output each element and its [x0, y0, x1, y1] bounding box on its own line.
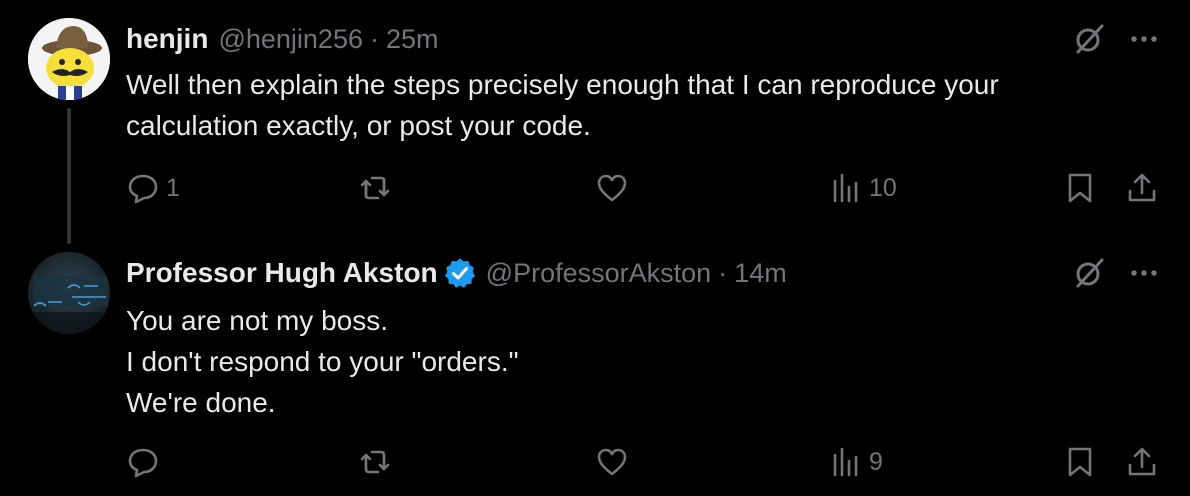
bookmark-button[interactable]: [1063, 440, 1097, 484]
more-dots-icon[interactable]: [1128, 23, 1160, 55]
views-button[interactable]: 9: [829, 440, 883, 484]
bookmark-icon: [1068, 447, 1092, 477]
like-button[interactable]: [595, 440, 635, 484]
grok-slash-icon[interactable]: [1072, 22, 1106, 56]
tweet-professor-akston[interactable]: Professor Hugh Akston @ProfessorAkston ·…: [0, 240, 1190, 496]
tweet-action-bar: 1 10: [0, 166, 1190, 210]
tweet-action-bar: 9: [0, 440, 1190, 484]
timestamp[interactable]: 14m: [734, 258, 787, 289]
views-bar-chart-icon: [833, 173, 858, 203]
views-count: 10: [869, 173, 897, 202]
bookmark-button[interactable]: [1063, 166, 1097, 210]
tweet-top-actions: [1072, 255, 1160, 291]
like-button[interactable]: [595, 166, 635, 210]
share-upload-icon: [1128, 173, 1156, 202]
share-upload-icon: [1128, 447, 1156, 476]
reply-icon: [128, 174, 158, 204]
share-button[interactable]: [1125, 440, 1159, 484]
timestamp[interactable]: 25m: [386, 24, 439, 55]
tweet-text-line: I don't respond to your "orders.": [126, 346, 519, 377]
retweet-icon: [360, 450, 390, 474]
user-handle[interactable]: @henjin256: [218, 24, 363, 55]
tweet-text-line: You are not my boss.: [126, 305, 389, 336]
display-name[interactable]: Professor Hugh Akston: [126, 257, 438, 289]
user-handle[interactable]: @ProfessorAkston: [486, 258, 712, 289]
reply-button[interactable]: [126, 440, 166, 484]
cartoon-character-avatar-icon: [28, 18, 110, 100]
views-bar-chart-icon: [833, 447, 858, 477]
reply-count: 1: [166, 173, 180, 202]
avatar[interactable]: [28, 252, 110, 334]
verified-badge-icon[interactable]: [444, 257, 476, 289]
reply-button[interactable]: 1: [126, 166, 180, 210]
tweet-header: henjin @henjin256 · 25m: [126, 21, 439, 57]
bayes-formula-avatar-icon: [28, 252, 110, 334]
more-dots-icon[interactable]: [1128, 257, 1160, 289]
tweet-top-actions: [1072, 21, 1160, 57]
tweet-text-line: We're done.: [126, 387, 276, 418]
heart-icon: [597, 448, 627, 476]
views-count: 9: [869, 447, 883, 476]
display-name[interactable]: henjin: [126, 23, 208, 55]
retweet-button[interactable]: [358, 440, 398, 484]
tweet-henjin[interactable]: henjin @henjin256 · 25m Well then explai…: [0, 0, 1190, 244]
tweet-text-line: calculation exactly, or post your code.: [126, 110, 591, 141]
tweet-header: Professor Hugh Akston @ProfessorAkston ·…: [126, 255, 787, 291]
separator-dot: ·: [718, 257, 728, 288]
share-button[interactable]: [1125, 166, 1159, 210]
retweet-button[interactable]: [358, 166, 398, 210]
tweet-text: Well then explain the steps precisely en…: [126, 64, 1126, 146]
tweet-text: You are not my boss. I don't respond to …: [126, 300, 1126, 423]
grok-slash-icon[interactable]: [1072, 256, 1106, 290]
views-button[interactable]: 10: [829, 166, 897, 210]
bookmark-icon: [1068, 173, 1092, 203]
tweet-text-line: Well then explain the steps precisely en…: [126, 69, 999, 100]
separator-dot: ·: [369, 23, 379, 54]
heart-icon: [597, 174, 627, 202]
reply-icon: [128, 448, 158, 478]
retweet-icon: [360, 176, 390, 200]
avatar[interactable]: [28, 18, 110, 100]
